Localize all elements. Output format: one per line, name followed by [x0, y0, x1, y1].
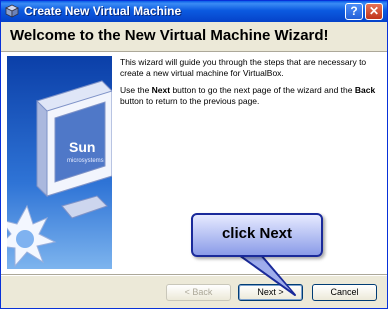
page-title: Welcome to the New Virtual Machine Wizar… [10, 27, 329, 44]
virtualbox-side-art: Sun microsystems [7, 56, 112, 269]
cancel-button[interactable]: Cancel [312, 284, 377, 301]
button-separator [1, 274, 387, 276]
sun-logo-subtext: microsystems [67, 158, 104, 164]
help-button[interactable]: ? [345, 3, 363, 20]
close-button[interactable]: ✕ [365, 3, 383, 20]
wizard-header: Welcome to the New Virtual Machine Wizar… [1, 22, 387, 52]
back-button[interactable]: < Back [166, 284, 231, 301]
sun-logo-text: Sun [69, 139, 95, 155]
title-bar: Create New Virtual Machine ? ✕ [1, 1, 387, 22]
callout-pointer [238, 255, 296, 296]
instruction-text: Use the Next button to go the next page … [120, 85, 376, 106]
virtualbox-icon [5, 4, 19, 18]
callout-text: click Next [221, 225, 293, 242]
intro-text: This wizard will guide you through the s… [120, 57, 367, 78]
click-next-callout: click Next [191, 213, 323, 257]
wizard-window: Create New Virtual Machine ? ✕ Welcome t… [0, 0, 388, 309]
window-title: Create New Virtual Machine [24, 4, 182, 18]
